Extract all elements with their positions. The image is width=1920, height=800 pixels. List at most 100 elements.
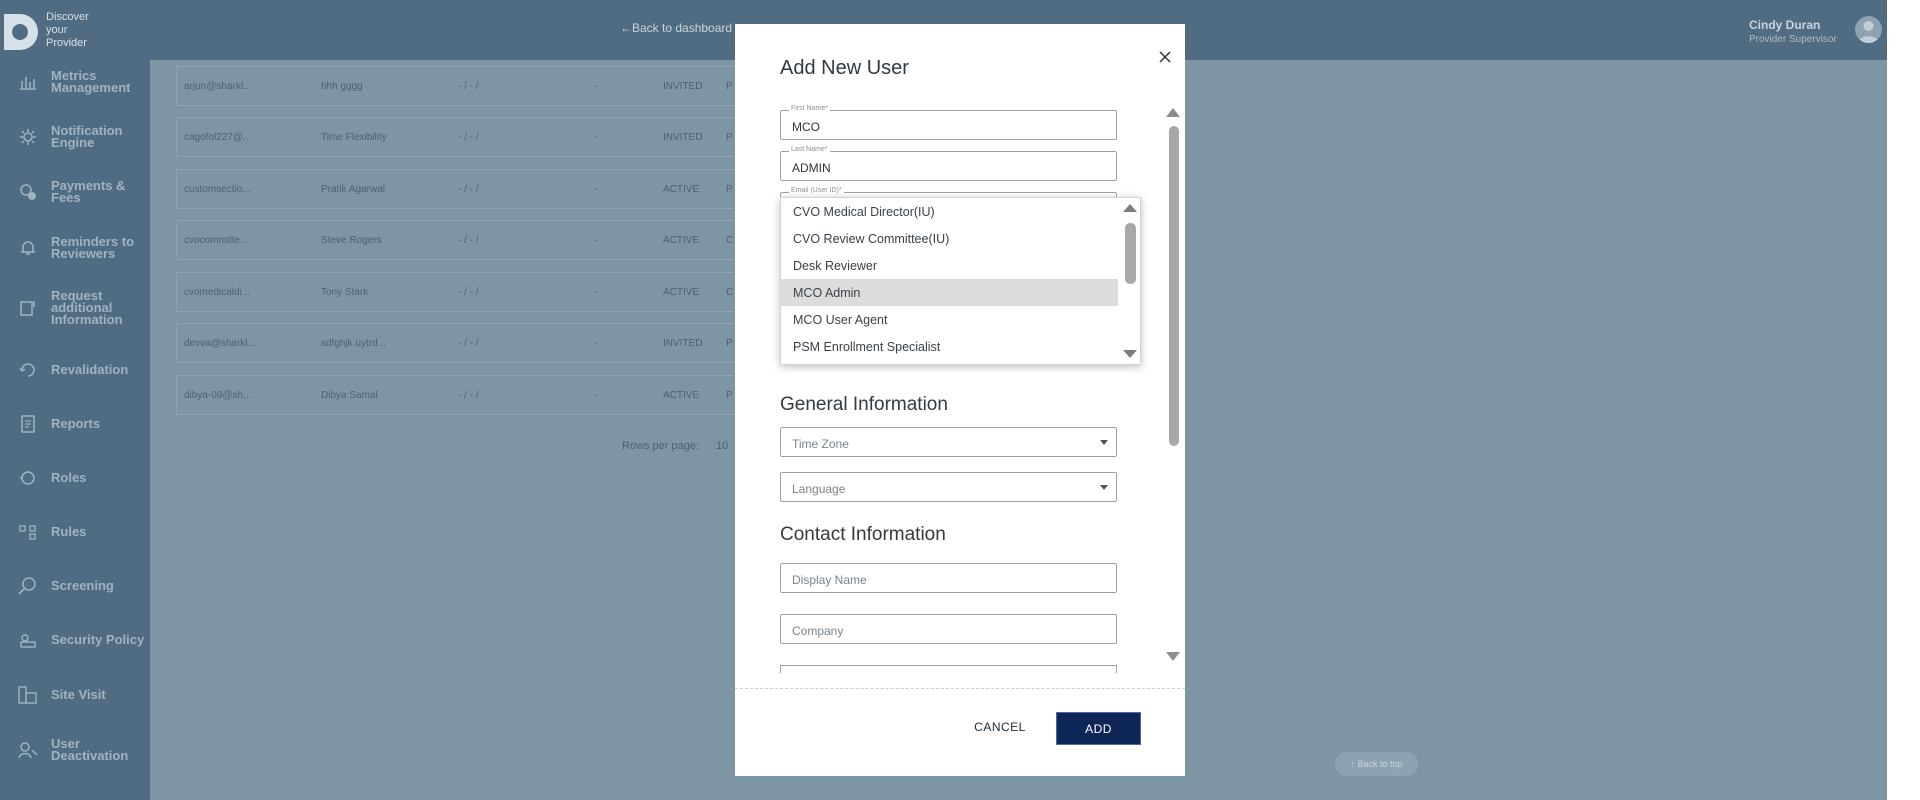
- dropdown-option[interactable]: MCO User Agent: [781, 306, 1118, 333]
- close-button[interactable]: [1152, 44, 1178, 70]
- request-info-icon: [18, 298, 38, 318]
- dropdown-scroll-up-icon[interactable]: [1123, 204, 1137, 212]
- table-cell-dash: -: [594, 235, 598, 246]
- dropdown-option[interactable]: Desk Reviewer: [781, 252, 1118, 279]
- back-to-top-button[interactable]: ↑ Back to top: [1335, 752, 1418, 776]
- bell-icon: [18, 238, 38, 258]
- dropdown-scrollbar-thumb[interactable]: [1125, 223, 1136, 284]
- logo-icon: [4, 14, 38, 50]
- sidebar-item-revalidation[interactable]: Revalidation: [0, 350, 150, 390]
- close-icon: [1159, 51, 1171, 63]
- user-role: Provider Supervisor: [1749, 34, 1837, 45]
- table-cell-email: cvomedicaldi...: [184, 287, 251, 298]
- user-name: Cindy Duran: [1749, 18, 1821, 32]
- table-row[interactable]: cvocommitte... Steve Rogers - / - / - AC…: [176, 220, 736, 260]
- table-row[interactable]: cvomedicaldi... Tony Stark - / - / - ACT…: [176, 272, 736, 312]
- right-edge-strip: [1887, 0, 1920, 800]
- sidebar-item-label: Reports: [51, 416, 101, 431]
- avatar[interactable]: [1855, 16, 1882, 43]
- table-cell-extra: P: [726, 338, 733, 349]
- dropdown-option[interactable]: CVO Medical Director(IU): [781, 198, 1118, 225]
- table-row[interactable]: arjun@sharkl... hhh gggg - / - / - INVIT…: [176, 66, 736, 106]
- payment-icon: [18, 182, 38, 202]
- table-cell-dash: -: [594, 132, 598, 143]
- sidebar-item-roles[interactable]: Roles: [0, 458, 150, 498]
- role-dropdown-list[interactable]: CVO Medical Director(IU) CVO Review Comm…: [780, 197, 1141, 365]
- dropdown-option[interactable]: PSM Enrollment Specialist: [781, 333, 1118, 360]
- table-cell-name: Pratik Agarwal: [321, 184, 385, 195]
- dropdown-option-selected[interactable]: MCO Admin: [781, 279, 1118, 306]
- sidebar-item-reports[interactable]: Reports: [0, 404, 150, 444]
- last-name-field[interactable]: Last Name* ADMIN: [780, 146, 1117, 181]
- site-visit-icon: [18, 685, 38, 705]
- table-row[interactable]: dibya-09@sh... Dibya Samal - / - / - ACT…: [176, 375, 736, 415]
- table-cell-date: - / - /: [458, 338, 479, 349]
- dropdown-option[interactable]: CVO Review Committee(IU): [781, 225, 1118, 252]
- table-cell-dash: -: [594, 338, 598, 349]
- table-cell-dash: -: [594, 81, 598, 92]
- table-cell-date: - / - /: [458, 287, 479, 298]
- last-name-value: ADMIN: [792, 161, 831, 175]
- sidebar-item-rules[interactable]: Rules: [0, 512, 150, 552]
- user-deactivation-icon: [18, 740, 38, 760]
- language-select[interactable]: Language: [780, 472, 1117, 502]
- sidebar-item-notification-engine[interactable]: Notification Engine: [0, 117, 150, 157]
- sidebar-item-payments-fees[interactable]: Payments & Fees: [0, 172, 150, 212]
- scroll-up-arrow-icon[interactable]: [1166, 108, 1180, 117]
- add-user-modal: Add New User First Name* MCO Last Name* …: [735, 24, 1185, 776]
- sidebar-item-security-policy[interactable]: Security Policy: [0, 620, 150, 660]
- time-zone-placeholder: Time Zone: [792, 437, 849, 451]
- logo-line: Provider: [46, 37, 87, 49]
- logo-line: your: [46, 24, 68, 36]
- display-name-field[interactable]: Display Name: [780, 563, 1117, 593]
- first-name-field[interactable]: First Name* MCO: [780, 105, 1117, 140]
- security-icon: [18, 630, 38, 650]
- cancel-button[interactable]: CANCEL: [965, 712, 1035, 742]
- sidebar-item-request-info[interactable]: Request additional Information: [0, 288, 150, 328]
- table-cell-status: ACTIVE: [663, 287, 700, 298]
- sidebar-item-site-visit[interactable]: Site Visit: [0, 675, 150, 715]
- modal-footer-divider: [735, 688, 1185, 689]
- sidebar-item-user-deactivation[interactable]: User Deactivation: [0, 730, 150, 770]
- table-cell-name: Steve Rogers: [321, 235, 382, 246]
- user-avatar-icon: [1858, 21, 1879, 43]
- sidebar-item-label: Screening: [51, 578, 114, 593]
- chevron-down-icon: [1100, 485, 1108, 490]
- time-zone-select[interactable]: Time Zone: [780, 427, 1117, 457]
- table-cell-status: ACTIVE: [663, 184, 700, 195]
- chevron-down-icon: [1100, 440, 1108, 445]
- table-row[interactable]: devva@sharkl... sdfghjk uytrd... - / - /…: [176, 323, 736, 363]
- table-cell-date: - / - /: [458, 184, 479, 195]
- table-cell-status: INVITED: [663, 81, 703, 92]
- back-to-dashboard-link[interactable]: ←Back to dashboard: [620, 21, 732, 35]
- roles-icon: [18, 468, 38, 488]
- first-name-value: MCO: [792, 120, 820, 134]
- table-row[interactable]: customsectio... Pratik Agarwal - / - / -…: [176, 169, 736, 209]
- add-button[interactable]: ADD: [1056, 712, 1141, 745]
- table-cell-extra: P: [726, 81, 733, 92]
- sidebar-item-screening[interactable]: Screening: [0, 566, 150, 606]
- company-field[interactable]: Company: [780, 614, 1117, 644]
- revalidation-icon: [18, 360, 38, 380]
- sidebar-item-label: Metrics Management: [51, 68, 131, 95]
- table-cell-extra: P: [726, 390, 733, 401]
- sidebar-item-label: Notification Engine: [51, 123, 123, 150]
- table-cell-status: ACTIVE: [663, 390, 700, 401]
- gear-icon: [18, 127, 38, 147]
- table-row[interactable]: cagofol227@... Time Flexibility - / - / …: [176, 117, 736, 157]
- language-placeholder: Language: [792, 482, 846, 496]
- sidebar-item-label: Revalidation: [51, 362, 129, 377]
- rows-per-page-select[interactable]: 10: [716, 440, 728, 452]
- sidebar-item-label: Site Visit: [51, 687, 106, 702]
- modal-scrollbar-thumb[interactable]: [1169, 126, 1179, 446]
- app-logo[interactable]: Discover your Provider: [0, 6, 110, 56]
- company-placeholder: Company: [792, 624, 844, 638]
- sidebar-item-label: Request additional Information: [51, 288, 123, 327]
- dropdown-scroll-down-icon[interactable]: [1123, 350, 1137, 358]
- table-cell-date: - / - /: [458, 132, 479, 143]
- scroll-down-arrow-icon[interactable]: [1166, 652, 1180, 661]
- sidebar-item-reminders[interactable]: Reminders to Reviewers: [0, 228, 150, 268]
- sidebar-item-metrics-management[interactable]: Metrics Management: [0, 62, 150, 102]
- general-info-heading: General Information: [780, 394, 948, 415]
- table-cell-name: Dibya Samal: [321, 390, 378, 401]
